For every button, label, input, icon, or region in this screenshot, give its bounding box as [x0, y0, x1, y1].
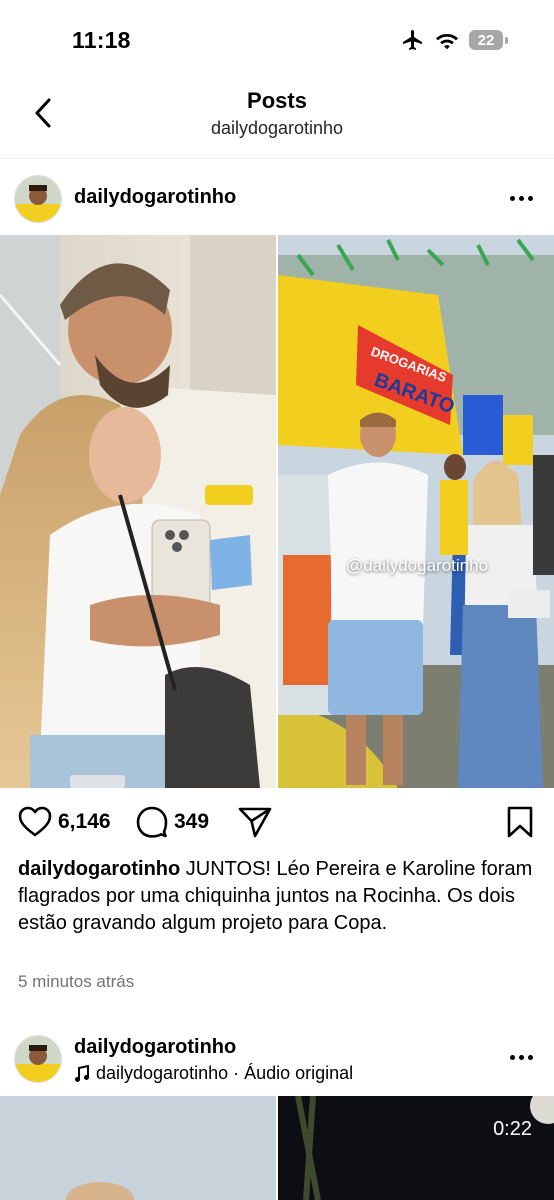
status-bar: 11:18 22 — [0, 0, 554, 80]
post-media[interactable]: DROGARIAS BARATO @dailydogarotinho — [0, 235, 554, 788]
comment-icon — [136, 806, 168, 838]
music-note-icon — [75, 1064, 89, 1082]
photo-right: DROGARIAS BARATO @dailydogarotinho — [278, 235, 554, 788]
watermark: @dailydogarotinho — [346, 556, 489, 575]
post-media[interactable]: 0:22 — [0, 1096, 554, 1200]
caption-username[interactable]: dailydogarotinho — [18, 858, 180, 880]
post-timestamp: 5 minutos atrás — [18, 972, 135, 991]
video-thumb-right: 0:22 — [278, 1096, 554, 1200]
audio-label: dailydogarotinho · Áudio original — [96, 1063, 354, 1083]
comment-button[interactable]: 349 — [136, 806, 209, 838]
post-username[interactable]: dailydogarotinho — [74, 1036, 236, 1059]
page-title: Posts — [247, 88, 307, 113]
wifi-icon — [436, 34, 458, 50]
post-actions: 6,146 349 — [0, 800, 554, 846]
heart-icon — [18, 806, 52, 837]
like-button[interactable]: 6,146 — [18, 806, 111, 838]
photo-left — [0, 235, 276, 788]
avatar[interactable] — [14, 175, 62, 223]
post-header: dailydogarotinho — [0, 1020, 554, 1096]
comment-count: 349 — [174, 810, 210, 833]
send-icon — [238, 807, 272, 838]
video-thumb-left — [0, 1096, 276, 1200]
page-subtitle[interactable]: dailydogarotinho — [0, 118, 554, 139]
avatar[interactable] — [14, 1035, 62, 1083]
battery-icon: 22 — [469, 30, 508, 50]
top-navigation: Posts dailydogarotinho — [0, 80, 554, 159]
share-button[interactable] — [238, 806, 272, 838]
audio-attribution[interactable]: dailydogarotinho · Áudio original — [74, 1063, 353, 1084]
more-options-button[interactable] — [510, 193, 534, 203]
video-duration: 0:22 — [493, 1118, 532, 1140]
post-username[interactable]: dailydogarotinho — [74, 186, 236, 209]
bookmark-icon — [507, 806, 533, 838]
post-header: dailydogarotinho — [0, 160, 554, 236]
airplane-icon — [403, 30, 422, 50]
like-count: 6,146 — [58, 810, 111, 833]
clock: 11:18 — [72, 27, 131, 53]
post-caption: dailydogarotinho JUNTOS! Léo Pereira e K… — [18, 856, 538, 937]
save-button[interactable] — [506, 806, 534, 838]
more-options-button[interactable] — [510, 1052, 534, 1062]
